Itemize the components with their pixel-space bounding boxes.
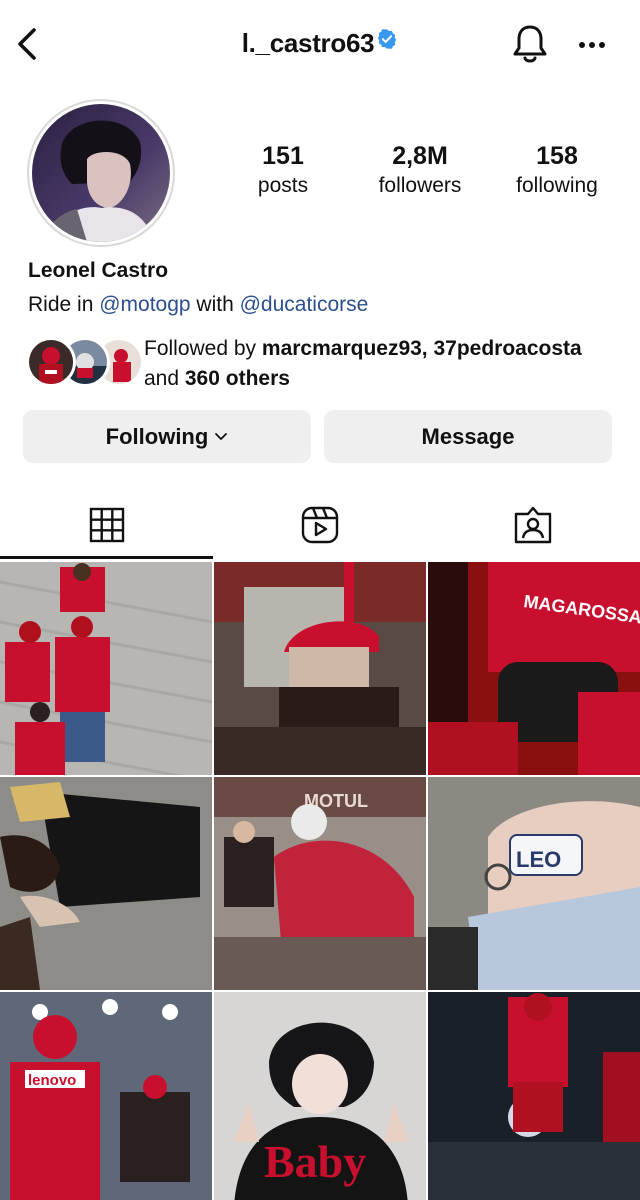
post-thumbnail[interactable] [214, 562, 426, 775]
stat-followers-label: followers [378, 174, 462, 197]
post-thumbnail[interactable] [428, 992, 640, 1200]
active-tab-indicator [0, 556, 213, 559]
mutual-followers-avatars[interactable] [26, 337, 144, 387]
grid-icon [89, 507, 124, 543]
stat-followers[interactable]: 2,8M followers [345, 140, 495, 199]
bell-icon [513, 25, 547, 63]
tab-grid[interactable] [0, 490, 213, 560]
followed-by-text[interactable]: Followed by marcmarquez93, 37pedroacosta… [144, 334, 634, 394]
post-caption-text: LEO [516, 847, 561, 872]
followed-by-prefix: Followed by [144, 337, 262, 360]
post-thumbnail[interactable]: MAGAROSSA [428, 562, 640, 775]
followed-by-and: and [144, 367, 185, 390]
post-thumbnail[interactable] [0, 562, 212, 775]
full-name: Leonel Castro [28, 259, 169, 282]
profile-tabs [0, 490, 640, 560]
verified-badge-icon [376, 28, 398, 55]
username: l._castro63 [241, 28, 375, 58]
bio-mention-motogp[interactable]: @motogp [99, 293, 190, 316]
message-button[interactable]: Message [324, 410, 612, 463]
message-button-label: Message [421, 423, 515, 449]
reels-icon [301, 506, 338, 544]
tagged-icon [514, 506, 551, 544]
notifications-button[interactable] [510, 22, 550, 66]
stat-posts[interactable]: 151 posts [208, 140, 358, 199]
stat-followers-value: 2,8M [392, 142, 448, 170]
followed-by-others: 360 others [184, 367, 290, 390]
following-button[interactable]: Following [23, 410, 311, 463]
followed-by-names: marcmarquez93, 37pedroacosta [261, 337, 582, 360]
top-bar: l._castro63 [0, 0, 640, 92]
stat-following[interactable]: 158 following [482, 140, 632, 199]
bio-text: Ride in [28, 293, 100, 316]
post-thumbnail[interactable]: MOTUL [214, 777, 426, 990]
post-caption-text: Baby [264, 1136, 366, 1187]
mutual-avatar [26, 337, 76, 387]
stat-posts-value: 151 [262, 142, 304, 170]
post-thumbnail[interactable]: Baby [214, 992, 426, 1200]
tab-reels[interactable] [213, 490, 426, 560]
stat-posts-label: posts [257, 174, 309, 197]
post-caption-text: lenovo [28, 1072, 76, 1089]
chevron-down-icon [215, 432, 228, 440]
post-thumbnail[interactable]: LEO [428, 777, 640, 990]
post-thumbnail[interactable]: lenovo [0, 992, 212, 1200]
bio: Ride in @motogp with @ducaticorse [28, 293, 368, 317]
post-thumbnail[interactable] [0, 777, 212, 990]
following-button-label: Following [105, 423, 209, 449]
bio-text-middle: with [190, 293, 240, 316]
bio-mention-ducaticorse[interactable]: @ducaticorse [240, 293, 369, 316]
tab-tagged[interactable] [426, 490, 639, 560]
more-options-button[interactable] [574, 30, 610, 60]
more-horizontal-icon [579, 42, 605, 48]
stat-following-label: following [516, 174, 598, 197]
stat-following-value: 158 [536, 142, 578, 170]
profile-avatar[interactable] [32, 104, 170, 242]
